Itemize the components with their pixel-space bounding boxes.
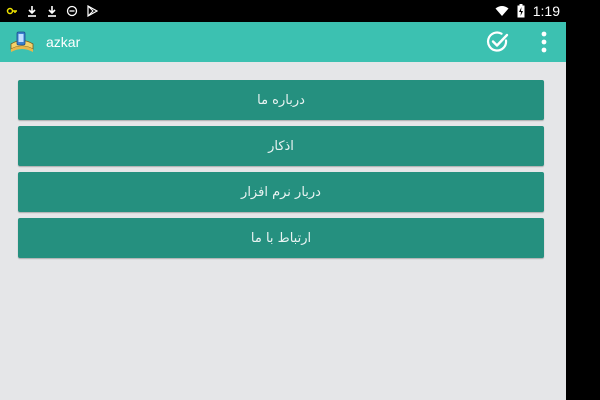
app-screen: 1:19 azkar درباره ما اذکار دربار نرم افز… (0, 0, 566, 400)
download-icon (48, 6, 56, 17)
battery-charging-icon (517, 4, 525, 18)
play-store-icon (87, 5, 98, 17)
device-frame: 1:19 azkar درباره ما اذکار دربار نرم افز… (0, 0, 600, 400)
wifi-icon (495, 6, 509, 16)
app-title: azkar (46, 34, 81, 50)
notification-key-icon (6, 7, 17, 15)
check-circle-icon (486, 31, 509, 52)
minus-circle-icon (66, 5, 78, 17)
about-app-button[interactable]: دربار نرم افزار (18, 172, 544, 212)
app-bar: azkar (0, 22, 566, 62)
app-bar-actions (484, 28, 558, 56)
contact-us-button[interactable]: ارتباط با ما (18, 218, 544, 258)
status-notifications (6, 5, 98, 17)
about-us-button[interactable]: درباره ما (18, 80, 544, 120)
menu-list: درباره ما اذکار دربار نرم افزار ارتباط ب… (18, 80, 544, 258)
check-button[interactable] (484, 28, 512, 56)
status-bar: 1:19 (0, 0, 566, 22)
overflow-menu-button[interactable] (530, 28, 558, 56)
download-icon (28, 6, 36, 17)
azkar-button[interactable]: اذکار (18, 126, 544, 166)
overflow-menu-icon (541, 31, 547, 53)
status-time: 1:19 (532, 3, 560, 19)
status-system: 1:19 (495, 3, 560, 19)
app-logo-icon (10, 31, 34, 52)
